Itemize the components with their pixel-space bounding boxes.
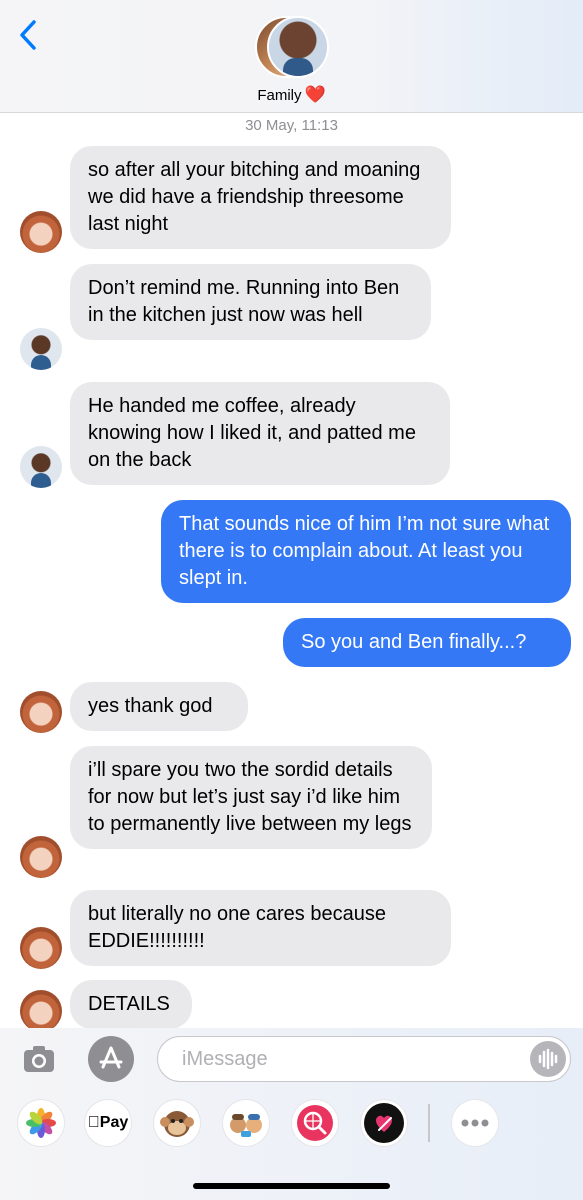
message-text: yes thank god	[88, 695, 213, 717]
conversation-header: Family ❤️	[0, 0, 583, 113]
drawer-divider	[428, 1104, 430, 1142]
incoming-message-bubble[interactable]: so after all your bitching and moaning w…	[70, 146, 451, 249]
memoji-icon	[230, 1114, 262, 1137]
compose-bar	[0, 1028, 583, 1090]
audio-message-button[interactable]	[530, 1041, 566, 1077]
incoming-message-bubble[interactable]: but literally no one cares because EDDIE…	[70, 890, 451, 966]
message-text: He handed me coffee, already knowing how…	[88, 395, 416, 471]
message-input-container	[157, 1036, 571, 1082]
conversation-name: Family	[257, 87, 302, 104]
message-text: i’ll spare you two the sordid details fo…	[88, 759, 412, 835]
heart-touch-icon	[364, 1103, 404, 1143]
incoming-message-bubble[interactable]: i’ll spare you two the sordid details fo…	[70, 746, 432, 849]
message-text: So you and Ben finally...?	[301, 631, 527, 653]
sender-avatar[interactable]	[20, 836, 62, 878]
outgoing-message-bubble[interactable]: That sounds nice of him I’m not sure wha…	[161, 500, 571, 603]
waveform-icon	[538, 1048, 558, 1070]
apple-pay-app-button[interactable]: Pay	[85, 1100, 131, 1146]
web-search-app-button[interactable]	[292, 1100, 338, 1146]
message-timestamp: 30 May, 11:13	[245, 117, 338, 134]
incoming-message-bubble[interactable]: Don’t remind me. Running into Ben in the…	[70, 264, 431, 340]
sender-avatar[interactable]	[20, 990, 62, 1032]
message-text: That sounds nice of him I’m not sure wha…	[179, 513, 550, 589]
sender-avatar[interactable]	[20, 328, 62, 370]
incoming-message-bubble[interactable]: He handed me coffee, already knowing how…	[70, 382, 450, 485]
apple-pay-text: Pay	[93, 1114, 128, 1131]
animoji-app-button[interactable]	[154, 1100, 200, 1146]
sender-avatar[interactable]	[20, 927, 62, 969]
camera-button[interactable]	[22, 1042, 56, 1076]
sender-avatar[interactable]	[20, 691, 62, 733]
photos-icon	[26, 1108, 56, 1138]
conversation-title[interactable]: Family ❤️	[0, 85, 583, 105]
digital-touch-app-button[interactable]	[361, 1100, 407, 1146]
camera-icon	[24, 1046, 54, 1072]
photos-app-button[interactable]	[18, 1100, 64, 1146]
sender-avatar[interactable]	[20, 211, 62, 253]
incoming-message-bubble[interactable]: DETAILS	[70, 980, 192, 1029]
apps-button[interactable]	[88, 1036, 134, 1082]
outgoing-message-bubble[interactable]: So you and Ben finally...?	[283, 618, 571, 667]
incoming-message-bubble[interactable]: yes thank god	[70, 682, 248, 731]
globe-search-icon	[297, 1105, 333, 1141]
sender-avatar[interactable]	[20, 446, 62, 488]
message-input[interactable]	[180, 1047, 524, 1072]
back-button[interactable]	[14, 18, 44, 52]
message-text: DETAILS	[88, 993, 170, 1015]
monkey-icon	[160, 1111, 194, 1137]
group-member-avatar	[267, 16, 329, 78]
more-icon	[461, 1119, 489, 1127]
apple-pay-label: Pay	[85, 1100, 131, 1146]
group-avatar[interactable]	[255, 16, 329, 78]
message-text: Don’t remind me. Running into Ben in the…	[88, 277, 400, 326]
memoji-stickers-app-button[interactable]	[223, 1100, 269, 1146]
more-apps-button[interactable]	[452, 1100, 498, 1146]
app-store-icon	[99, 1046, 123, 1069]
message-text: but literally no one cares because EDDIE…	[88, 903, 386, 952]
heart-emoji: ❤️	[304, 85, 326, 104]
message-text: so after all your bitching and moaning w…	[88, 159, 421, 235]
chevron-left-icon	[20, 20, 36, 50]
home-indicator[interactable]	[193, 1183, 390, 1189]
